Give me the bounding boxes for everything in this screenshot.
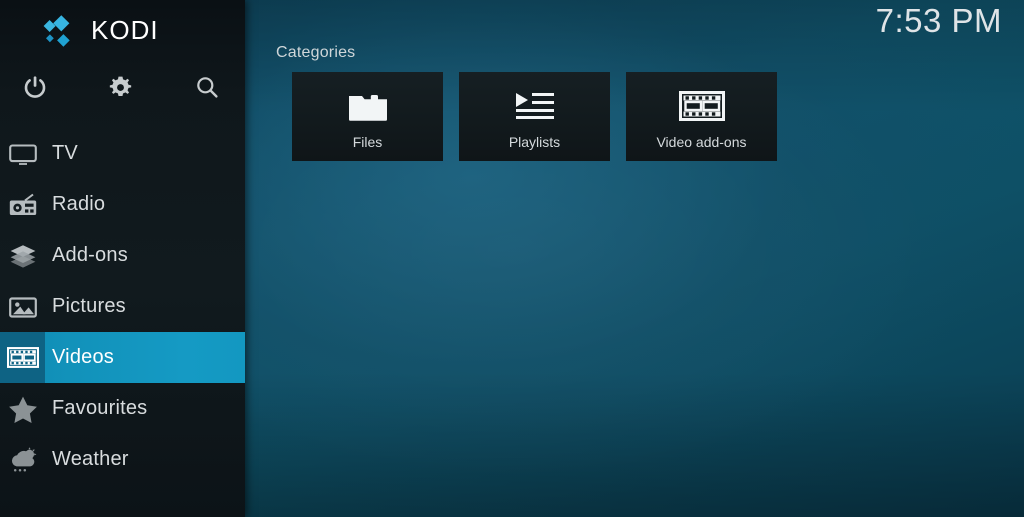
film-strip-icon	[626, 86, 777, 126]
sidebar-item-label: Videos	[52, 346, 114, 368]
playlist-icon	[459, 86, 610, 126]
sidebar-item-label: Radio	[52, 193, 106, 215]
pictures-icon	[6, 290, 40, 324]
tile-label: Playlists	[508, 134, 561, 150]
brand: KODI	[40, 8, 159, 52]
tile-label: Files	[352, 134, 383, 150]
folder-icon	[292, 86, 443, 126]
sidebar-item-label: TV	[52, 142, 78, 164]
tile-video-addons[interactable]: Video add-ons	[626, 72, 777, 161]
sidebar-item-radio[interactable]: Radio	[0, 179, 245, 230]
sidebar-item-addons[interactable]: Add-ons	[0, 230, 245, 281]
tv-icon	[6, 137, 40, 171]
gear-icon[interactable]	[99, 66, 141, 108]
sidebar-item-videos[interactable]: Videos	[0, 332, 245, 383]
sidebar-menu: TV Radio Add-ons Pictures Videos Favouri…	[0, 128, 245, 485]
radio-icon	[6, 188, 40, 222]
power-icon[interactable]	[14, 66, 56, 108]
tile-playlists[interactable]: Playlists	[459, 72, 610, 161]
sidebar-item-weather[interactable]: Weather	[0, 434, 245, 485]
kodi-home-screen: 7:53 PM Categories Files Playlists Video…	[0, 0, 1024, 517]
star-icon	[6, 392, 40, 426]
section-label-categories: Categories	[276, 44, 356, 61]
tile-files[interactable]: Files	[292, 72, 443, 161]
weather-icon	[6, 443, 40, 477]
brand-title: KODI	[91, 14, 159, 45]
tile-label: Video add-ons	[656, 134, 747, 150]
clock: 7:53 PM	[875, 2, 1002, 39]
sidebar-item-tv[interactable]: TV	[0, 128, 245, 179]
sidebar: KODI TV Radio Add-ons Pictures Videos Fa…	[0, 0, 245, 517]
search-icon[interactable]	[186, 66, 228, 108]
sidebar-item-label: Weather	[52, 448, 129, 470]
sidebar-item-pictures[interactable]: Pictures	[0, 281, 245, 332]
categories-tile-list: Files Playlists Video add-ons	[292, 72, 777, 161]
sidebar-item-label: Pictures	[52, 295, 126, 317]
sidebar-item-favourites[interactable]: Favourites	[0, 383, 245, 434]
quick-action-row	[0, 66, 245, 108]
kodi-logo-icon	[43, 14, 70, 47]
sidebar-item-label: Favourites	[52, 397, 148, 419]
addons-box-icon	[6, 239, 40, 273]
sidebar-item-label: Add-ons	[52, 244, 128, 266]
film-strip-icon	[6, 341, 40, 375]
